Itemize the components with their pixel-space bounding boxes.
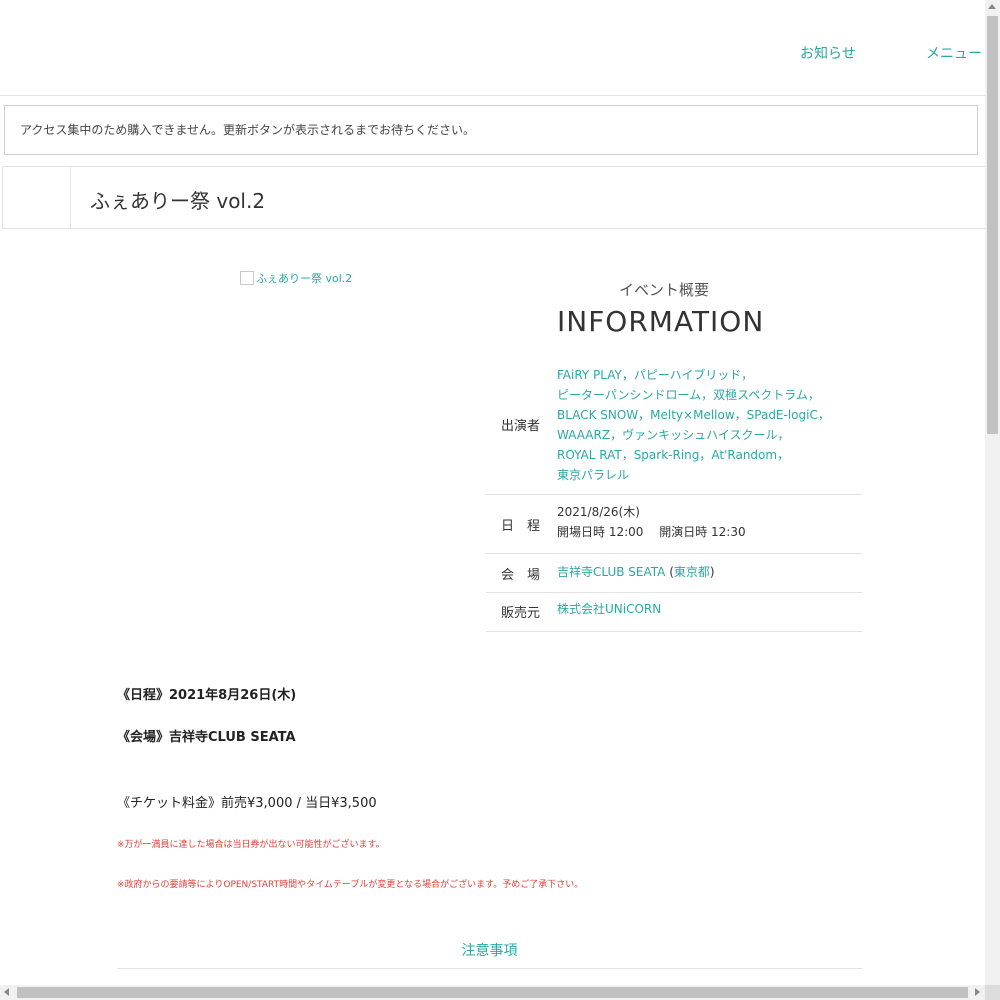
event-image-alt-text: ふぇありー祭 vol.2 bbox=[256, 272, 353, 285]
broken-image-icon bbox=[240, 271, 254, 285]
site-header: お知らせ メニュー bbox=[0, 0, 985, 96]
schedule-date: 2021/8/26(木) bbox=[557, 505, 640, 519]
horizontal-scrollbar[interactable] bbox=[0, 985, 985, 1000]
seller-link[interactable]: 株式会社UNiCORN bbox=[557, 599, 661, 619]
schedule-times: 開場日時 12:00 開演日時 12:30 bbox=[557, 525, 746, 539]
detail-venue-line: 《会場》吉祥寺CLUB SEATA bbox=[117, 730, 296, 745]
schedule-label: 日 程 bbox=[501, 519, 541, 534]
scrollbar-corner bbox=[985, 985, 1000, 1000]
performers-line[interactable]: WAAARZ，ヴァンキッシュハイスクール， bbox=[557, 425, 847, 445]
detail-note-2: ※政府からの要請等によりOPEN/START時間やタイムテーブルが変更となる場合… bbox=[117, 880, 584, 890]
access-notice: アクセス集中のため購入できません。更新ボタンが表示されるまでお待ちください。 bbox=[4, 105, 978, 155]
performers-line[interactable]: ピーターパンシンドローム，双極スペクトラム， bbox=[557, 385, 847, 405]
scroll-up-arrow-icon[interactable] bbox=[988, 4, 996, 9]
event-image: ふぇありー祭 vol.2 bbox=[240, 270, 352, 286]
performers-line[interactable]: FAiRY PLAY，パピーハイブリッド， bbox=[557, 365, 847, 385]
info-heading: INFORMATION bbox=[557, 305, 765, 338]
horizontal-scroll-thumb[interactable] bbox=[17, 987, 968, 998]
venue-region-link[interactable]: 東京都 bbox=[674, 565, 710, 579]
vertical-scroll-thumb[interactable] bbox=[987, 16, 998, 434]
caution-heading[interactable]: 注意事項 bbox=[117, 940, 862, 960]
event-title-bar: ふぇありー祭 vol.2 bbox=[2, 166, 985, 229]
vertical-scrollbar[interactable] bbox=[985, 0, 1000, 985]
performers-line[interactable]: 東京パラレル bbox=[557, 465, 847, 485]
schedule-row: 日 程 2021/8/26(木) 開場日時 12:00 開演日時 12:30 bbox=[486, 495, 862, 554]
seller-label: 販売元 bbox=[501, 606, 541, 621]
event-title: ふぇありー祭 vol.2 bbox=[90, 189, 266, 213]
detail-date-line: 《日程》2021年8月26日(木) bbox=[117, 688, 297, 703]
detail-note-1: ※万が一満員に達した場合は当日券が出ない可能性がございます。 bbox=[117, 840, 385, 850]
seller-row: 販売元 株式会社UNiCORN bbox=[486, 593, 862, 632]
info-table: 出演者 FAiRY PLAY，パピーハイブリッド， ピーターパンシンドローム，双… bbox=[486, 360, 862, 632]
performers-line[interactable]: ROYAL RAT，Spark-Ring，At'Random， bbox=[557, 445, 847, 465]
schedule-value: 2021/8/26(木) 開場日時 12:00 開演日時 12:30 bbox=[557, 502, 746, 542]
caution-divider bbox=[117, 968, 862, 969]
venue-link[interactable]: 吉祥寺CLUB SEATA bbox=[557, 565, 665, 579]
info-subheading: イベント概要 bbox=[619, 281, 710, 299]
nav-menu-link[interactable]: メニュー bbox=[926, 43, 982, 63]
performers-label: 出演者 bbox=[501, 419, 541, 434]
venue-label: 会 場 bbox=[501, 568, 541, 583]
nav-news-link[interactable]: お知らせ bbox=[800, 43, 856, 63]
performers-row: 出演者 FAiRY PLAY，パピーハイブリッド， ピーターパンシンドローム，双… bbox=[486, 360, 862, 495]
performers-line[interactable]: BLACK SNOW，Melty×Mellow，SPadE-logiC， bbox=[557, 405, 847, 425]
venue-row: 会 場 吉祥寺CLUB SEATA (東京都) bbox=[486, 554, 862, 593]
venue-value: 吉祥寺CLUB SEATA (東京都) bbox=[557, 565, 715, 579]
title-bar-spacer bbox=[2, 167, 71, 228]
detail-price-line: 《チケット料金》前売¥3,000 / 当日¥3,500 bbox=[117, 796, 377, 811]
performers-list: FAiRY PLAY，パピーハイブリッド， ピーターパンシンドローム，双極スペク… bbox=[557, 365, 847, 485]
scroll-right-arrow-icon[interactable] bbox=[975, 988, 980, 996]
scroll-left-arrow-icon[interactable] bbox=[4, 988, 9, 996]
